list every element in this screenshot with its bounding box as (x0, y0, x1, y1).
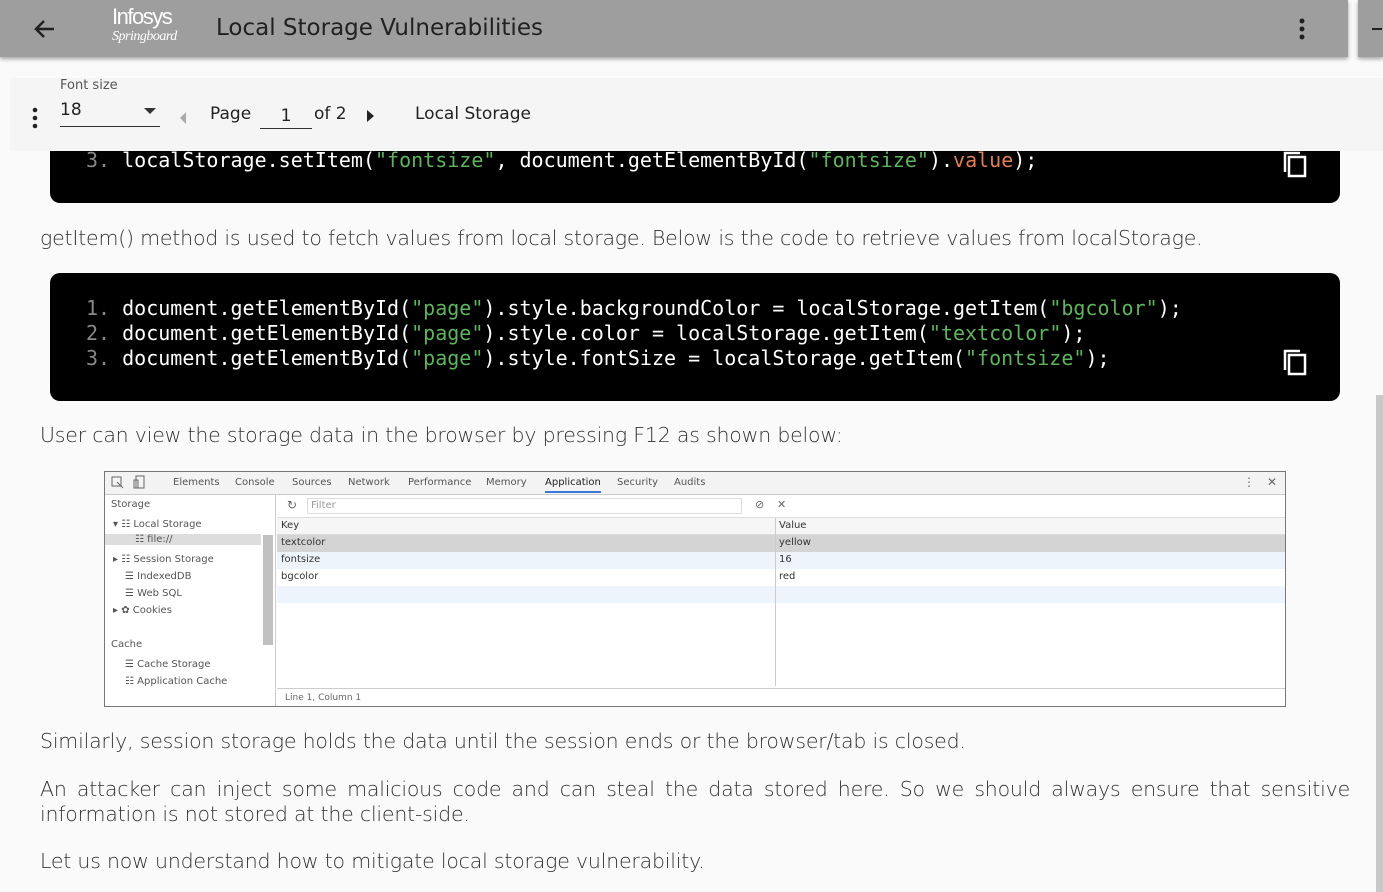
devtools-tab: Console (235, 477, 275, 488)
reader-toolbar: Font size 18 Page of 2 Local Storage (10, 78, 1383, 151)
table-row: bgcolor red (277, 569, 1285, 586)
section-title: Local Storage (415, 104, 531, 124)
inspect-icon (111, 476, 124, 489)
devtools-tab: Sources (292, 477, 332, 488)
copy-icon[interactable] (1282, 348, 1308, 376)
paragraph: Let us now understand how to mitigate lo… (40, 849, 705, 873)
refresh-icon: ↻ (287, 498, 298, 512)
devtools-tab: Network (348, 477, 390, 488)
sidebar-scrollbar (263, 535, 273, 645)
devtools-tab: Audits (674, 477, 706, 488)
status-bar: Line 1, Column 1 (277, 688, 1285, 706)
back-arrow-icon[interactable] (30, 14, 60, 44)
cache-storage-item: ☰ Cache Storage (125, 659, 211, 670)
file-item: ☷ file:// (105, 534, 261, 545)
app-bar: Infosys Springboard Local Storage Vulner… (0, 0, 1348, 57)
devtools-main: ↻ Filter ⊘ ✕ Key Value textcolor yellow … (277, 495, 1285, 706)
paragraph: User can view the storage data in the br… (40, 423, 843, 447)
side-panel-tab[interactable] (1358, 0, 1383, 57)
devtools-menu-icon: ⋮ (1243, 475, 1255, 489)
cache-heading: Cache (111, 639, 143, 650)
dropdown-caret-icon (144, 108, 156, 114)
filter-input: Filter (307, 498, 742, 514)
font-size-label: Font size (60, 78, 118, 93)
column-divider (775, 518, 776, 686)
filter-bar: ↻ Filter ⊘ ✕ (277, 495, 1285, 518)
prev-page-icon[interactable] (180, 112, 186, 124)
devtools-screenshot: Elements Console Sources Network Perform… (104, 471, 1286, 707)
app-cache-item: ☷ Application Cache (125, 676, 228, 687)
font-size-select[interactable]: 18 (60, 98, 160, 127)
session-storage-item: ▸ ☷ Session Storage (113, 554, 214, 565)
device-icon (133, 475, 145, 489)
devtools-close-icon: ✕ (1267, 475, 1278, 489)
devtools-tab: Elements (173, 477, 220, 488)
page-count: of 2 (314, 104, 347, 124)
paragraph: An attacker can inject some malicious co… (40, 777, 1350, 826)
infosys-springboard-logo: Infosys Springboard (112, 4, 177, 44)
delete-icon: ✕ (777, 498, 787, 511)
value-column-header: Value (779, 520, 807, 531)
key-column-header: Key (281, 520, 300, 531)
cookies-item: ▸ ✿ Cookies (113, 605, 172, 616)
code-line: 1. document.getElementById("page").style… (86, 296, 1182, 320)
next-page-icon[interactable] (367, 110, 374, 122)
indexeddb-item: ☰ IndexedDB (125, 571, 192, 582)
page-scrollbar[interactable] (1376, 395, 1383, 892)
devtools-sidebar: Storage ▾ ☷ Local Storage ☷ file:// ▸ ☷ … (105, 495, 276, 706)
page-number-input[interactable] (260, 104, 312, 129)
storage-table: Key Value textcolor yellow fontsize 16 b… (277, 518, 1285, 686)
devtools-tabs: Elements Console Sources Network Perform… (105, 472, 1285, 495)
page-label: Page (210, 104, 252, 124)
code-line: 2. document.getElementById("page").style… (86, 321, 1086, 345)
table-row: textcolor yellow (277, 535, 1285, 552)
devtools-tab: Memory (486, 477, 527, 488)
table-row-empty (277, 586, 1285, 603)
code-line: 3. document.getElementById("page").style… (86, 346, 1110, 370)
code-line: 3. localStorage.setItem("fontsize", docu… (86, 148, 1038, 172)
copy-icon[interactable] (1282, 150, 1308, 178)
paragraph: getItem() method is used to fetch values… (40, 226, 1203, 250)
table-row: fontsize 16 (277, 552, 1285, 569)
storage-heading: Storage (111, 499, 151, 510)
devtools-tab-active: Application (545, 477, 601, 493)
devtools-tab: Performance (408, 477, 472, 488)
minus-icon (1372, 28, 1382, 30)
more-vert-icon[interactable] (1290, 16, 1314, 42)
clear-icon: ⊘ (755, 498, 765, 511)
more-vert-icon[interactable] (30, 106, 40, 130)
devtools-tab: Security (617, 477, 659, 488)
page-title: Local Storage Vulnerabilities (216, 15, 543, 41)
font-size-value: 18 (60, 100, 82, 120)
table-header: Key Value (277, 518, 1285, 535)
paragraph: Similarly, session storage holds the dat… (40, 729, 966, 753)
websql-item: ☰ Web SQL (125, 588, 182, 599)
local-storage-item: ▾ ☷ Local Storage (113, 519, 202, 530)
code-block: 1. document.getElementById("page").style… (50, 273, 1340, 401)
